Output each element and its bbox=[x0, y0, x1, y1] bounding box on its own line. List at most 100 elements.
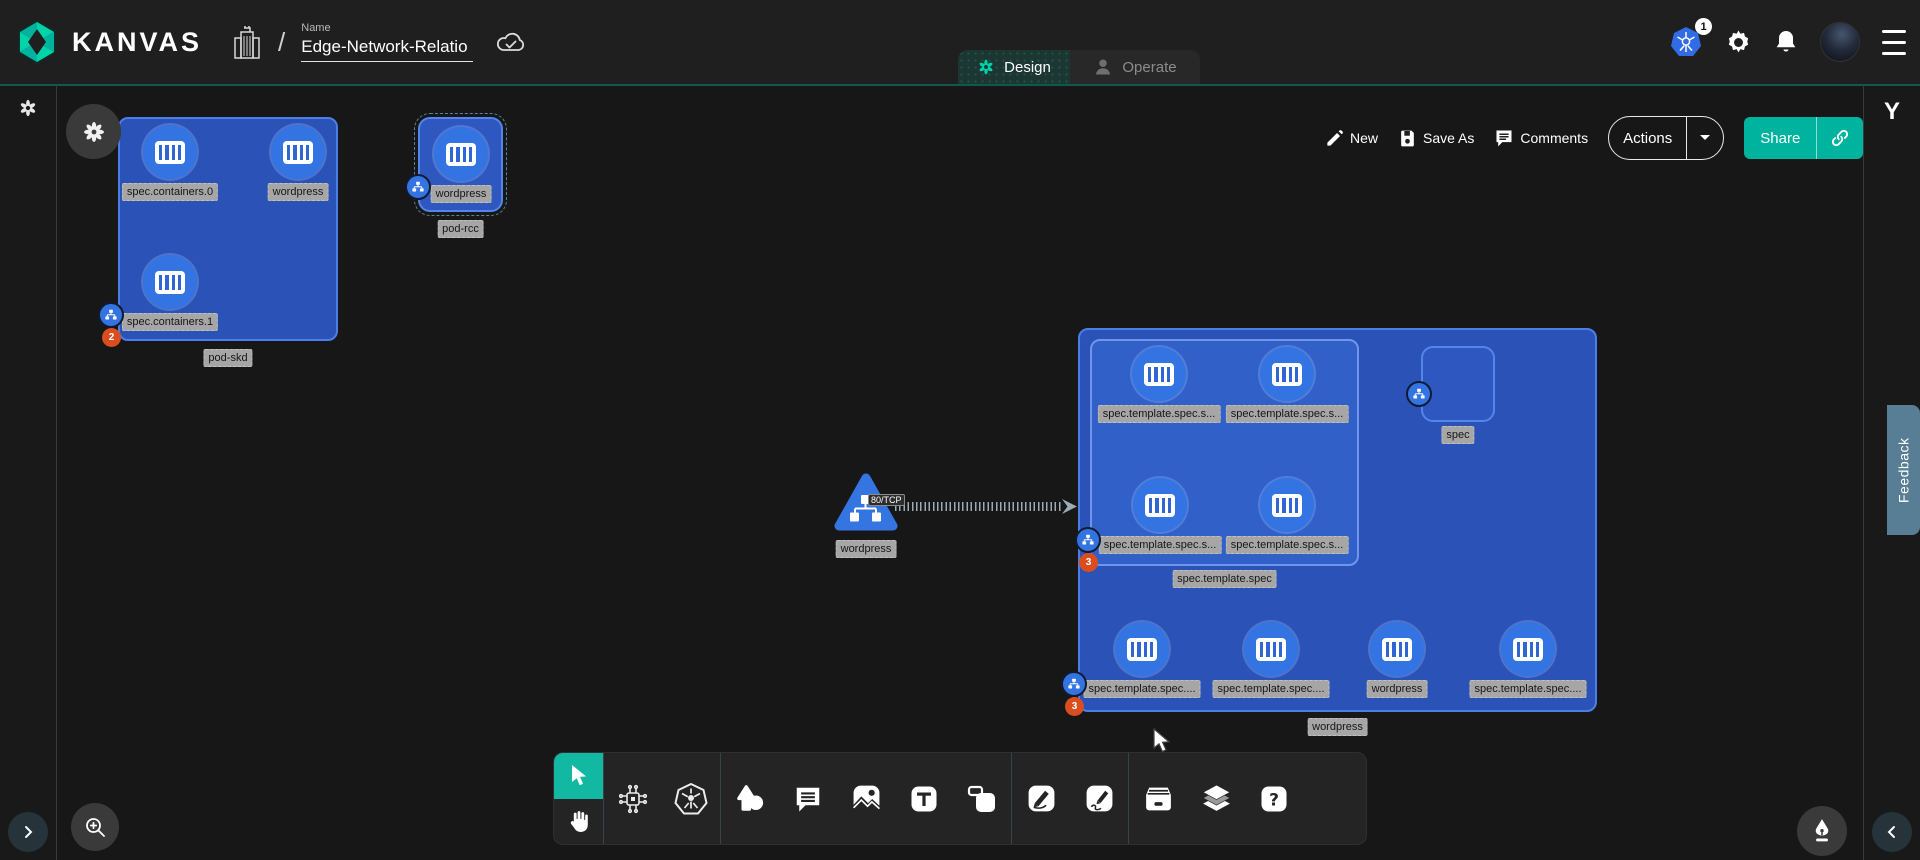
node-label: pod-rcc bbox=[437, 220, 484, 238]
container-node[interactable] bbox=[1133, 478, 1187, 532]
cloud-saved-icon bbox=[495, 29, 527, 55]
ink-pen-button[interactable] bbox=[1797, 806, 1847, 856]
node-label: spec.containers.0 bbox=[122, 183, 218, 201]
relationship-badge[interactable] bbox=[1061, 671, 1087, 697]
count-badge[interactable]: 3 bbox=[1079, 553, 1098, 572]
node-label: wordpress bbox=[268, 183, 329, 201]
node-label: spec.template.spec.s... bbox=[1226, 405, 1349, 423]
expand-right-panel-button[interactable] bbox=[1872, 812, 1912, 852]
components-tool-button[interactable] bbox=[612, 767, 654, 831]
container-node[interactable] bbox=[1370, 622, 1424, 676]
group-label: wordpress bbox=[1307, 718, 1368, 736]
help-tool-button[interactable]: ? bbox=[1253, 767, 1295, 831]
tab-operate[interactable]: Operate bbox=[1070, 50, 1200, 84]
node-label: spec.template.spec.... bbox=[1213, 680, 1330, 698]
count-badge[interactable]: 3 bbox=[1065, 697, 1084, 716]
container-node[interactable] bbox=[1501, 622, 1555, 676]
edge-port-label: 80/TCP bbox=[868, 494, 905, 506]
hamburger-menu-icon[interactable] bbox=[1882, 26, 1906, 59]
actions-dropdown-button[interactable]: Actions bbox=[1608, 116, 1724, 160]
collaborator-indicator[interactable]: Y bbox=[1884, 98, 1900, 126]
feedback-tab[interactable]: Feedback bbox=[1887, 405, 1920, 535]
design-name-input[interactable] bbox=[301, 35, 473, 62]
group-label: spec.template.spec bbox=[1172, 570, 1277, 588]
relationship-badge[interactable] bbox=[1075, 527, 1101, 553]
operate-person-icon bbox=[1093, 57, 1113, 77]
relationship-badge[interactable] bbox=[1406, 381, 1432, 407]
container-node[interactable] bbox=[143, 255, 197, 309]
count-badge[interactable]: 2 bbox=[102, 328, 121, 347]
share-button[interactable]: Share bbox=[1744, 117, 1863, 159]
canvas-config-button[interactable] bbox=[66, 104, 121, 159]
node-label: wordpress bbox=[1367, 680, 1428, 698]
container-node[interactable] bbox=[1132, 347, 1186, 401]
container-node[interactable] bbox=[1260, 347, 1314, 401]
canvas-top-border bbox=[0, 84, 1920, 86]
app-header: KANVAS / Name bbox=[0, 0, 1920, 84]
actions-button-label: Actions bbox=[1609, 130, 1686, 147]
kubernetes-tool-button[interactable] bbox=[670, 767, 712, 831]
new-button[interactable]: New bbox=[1325, 129, 1378, 148]
drawer-tool-button[interactable] bbox=[1137, 767, 1179, 831]
network-edge[interactable] bbox=[895, 502, 1062, 511]
kanvas-logo-icon[interactable] bbox=[16, 19, 58, 65]
design-spinner-icon bbox=[977, 58, 995, 76]
copy-link-icon[interactable] bbox=[1817, 128, 1863, 148]
node-spec[interactable] bbox=[1421, 346, 1495, 422]
zoom-in-button[interactable] bbox=[71, 803, 119, 851]
container-node[interactable] bbox=[1260, 478, 1314, 532]
node-label: spec.template.spec.s... bbox=[1226, 536, 1349, 554]
right-rail: Y Feedback bbox=[1863, 86, 1920, 860]
settings-gear-icon[interactable] bbox=[1725, 29, 1752, 56]
node-label: spec.containers.1 bbox=[122, 313, 218, 331]
relationship-badge[interactable] bbox=[405, 174, 431, 200]
group-spec-template-spec[interactable] bbox=[1090, 339, 1359, 566]
notifications-bell-icon[interactable] bbox=[1774, 29, 1798, 56]
node-label: wordpress bbox=[836, 540, 897, 558]
kubernetes-context-button[interactable]: 1 bbox=[1669, 25, 1703, 59]
container-icon bbox=[1382, 638, 1412, 661]
container-node[interactable] bbox=[434, 127, 488, 181]
container-icon bbox=[1272, 363, 1302, 386]
organization-icon[interactable] bbox=[232, 24, 262, 60]
container-node[interactable] bbox=[1115, 622, 1169, 676]
layers-tool-button[interactable] bbox=[1195, 767, 1237, 831]
node-label: spec.template.spec.s... bbox=[1098, 405, 1221, 423]
relationship-badge[interactable] bbox=[98, 302, 124, 328]
pan-tool-button[interactable] bbox=[554, 799, 603, 845]
container-icon bbox=[1144, 363, 1174, 386]
app-title: KANVAS bbox=[72, 27, 202, 58]
note-tool-button[interactable] bbox=[961, 767, 1003, 831]
container-icon bbox=[1127, 638, 1157, 661]
shapes-tool-button[interactable] bbox=[729, 767, 771, 831]
tab-design[interactable]: Design bbox=[958, 50, 1070, 84]
save-as-button-label: Save As bbox=[1423, 130, 1474, 146]
node-label: spec.template.spec.... bbox=[1084, 680, 1201, 698]
comment-icon bbox=[1494, 128, 1514, 148]
chevron-down-icon[interactable] bbox=[1687, 134, 1723, 142]
container-icon bbox=[155, 141, 185, 164]
context-count-badge: 1 bbox=[1695, 18, 1712, 35]
left-rail bbox=[0, 86, 57, 860]
edge-arrowhead-icon bbox=[1060, 498, 1079, 520]
user-avatar[interactable] bbox=[1820, 22, 1860, 62]
design-name-label: Name bbox=[301, 22, 473, 34]
expand-left-panel-button[interactable] bbox=[8, 812, 48, 852]
container-node[interactable] bbox=[143, 125, 197, 179]
pen-tool-button[interactable] bbox=[1020, 767, 1062, 831]
node-label: spec.template.spec.... bbox=[1470, 680, 1587, 698]
comments-button[interactable]: Comments bbox=[1494, 128, 1588, 148]
container-node[interactable] bbox=[271, 125, 325, 179]
group-label: pod-skd bbox=[203, 349, 252, 367]
container-node[interactable] bbox=[1244, 622, 1298, 676]
text-tool-button[interactable] bbox=[903, 767, 945, 831]
canvas-toolbar: ? bbox=[553, 752, 1367, 845]
image-tool-button[interactable] bbox=[845, 767, 887, 831]
mouse-pointer bbox=[1150, 728, 1172, 759]
container-icon bbox=[1272, 494, 1302, 517]
select-tool-button[interactable] bbox=[554, 753, 603, 799]
save-as-button[interactable]: Save As bbox=[1398, 129, 1474, 148]
comment-tool-button[interactable] bbox=[787, 767, 829, 831]
pencil-icon bbox=[1325, 129, 1344, 148]
sketch-tool-button[interactable] bbox=[1078, 767, 1120, 831]
